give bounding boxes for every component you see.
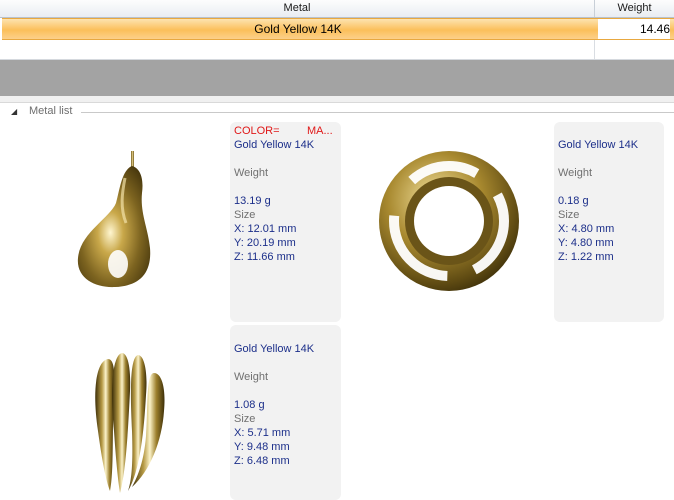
- metal-info-card: COLOR= MA... Gold Yellow 14K Weight 13.1…: [230, 122, 341, 322]
- cell-weight[interactable]: 14.46: [598, 19, 670, 39]
- size-z: Z: 11.66 mm: [234, 251, 295, 263]
- table-row[interactable]: Gold Yellow 14K 14.46: [2, 18, 674, 40]
- size-x: X: 5.71 mm: [234, 427, 291, 439]
- size-label: Size: [558, 209, 580, 221]
- size-y: Y: 20.19 mm: [234, 237, 296, 249]
- color-label: COLOR=: [234, 125, 280, 137]
- cell-metal[interactable]: Gold Yellow 14K: [2, 19, 594, 39]
- size-z: Z: 1.22 mm: [558, 251, 614, 263]
- splitter[interactable]: [0, 96, 674, 103]
- size-x: X: 12.01 mm: [234, 223, 297, 235]
- weight-value: 13.19 g: [234, 195, 271, 207]
- metal-info-card: Gold Yellow 14K Weight 0.18 g Size X: 4.…: [554, 122, 664, 322]
- fluted-cap-thumbnail[interactable]: [88, 351, 184, 495]
- column-header-weight[interactable]: Weight: [595, 0, 674, 17]
- column-divider: [594, 40, 595, 59]
- size-y: Y: 4.80 mm: [558, 237, 614, 249]
- weight-label: Weight: [234, 371, 269, 383]
- size-label: Size: [234, 413, 256, 425]
- collapse-triangle-icon[interactable]: ◢: [11, 107, 17, 116]
- weight-label: Weight: [558, 167, 593, 179]
- metal-list-panel: ◢ Metal list COLOR= MA... Gold Yellow 14…: [0, 103, 674, 500]
- gray-panel: [0, 60, 674, 96]
- metal-name: Gold Yellow 14K: [234, 139, 315, 151]
- header-divider: [81, 112, 674, 113]
- pear-pendant-thumbnail[interactable]: [70, 148, 180, 298]
- size-x: X: 4.80 mm: [558, 223, 615, 235]
- empty-row: [0, 40, 674, 60]
- metal-name: Gold Yellow 14K: [234, 343, 315, 355]
- ma-label: MA...: [307, 125, 333, 137]
- metal-name: Gold Yellow 14K: [558, 139, 639, 151]
- weight-value: 0.18 g: [558, 195, 589, 207]
- weight-value: 1.08 g: [234, 399, 265, 411]
- metal-list-title: Metal list: [29, 105, 73, 117]
- metal-info-card: Gold Yellow 14K Weight 1.08 g Size X: 5.…: [230, 325, 341, 500]
- column-header-metal[interactable]: Metal: [0, 0, 595, 17]
- size-y: Y: 9.48 mm: [234, 441, 290, 453]
- size-z: Z: 6.48 mm: [234, 455, 290, 467]
- grid-header: Metal Weight: [0, 0, 674, 18]
- weight-label: Weight: [234, 167, 269, 179]
- ring-thumbnail[interactable]: [375, 147, 523, 295]
- metal-list-header[interactable]: ◢ Metal list: [0, 103, 674, 121]
- size-label: Size: [234, 209, 256, 221]
- metal-weight-grid: Metal Weight Gold Yellow 14K 14.46: [0, 0, 674, 60]
